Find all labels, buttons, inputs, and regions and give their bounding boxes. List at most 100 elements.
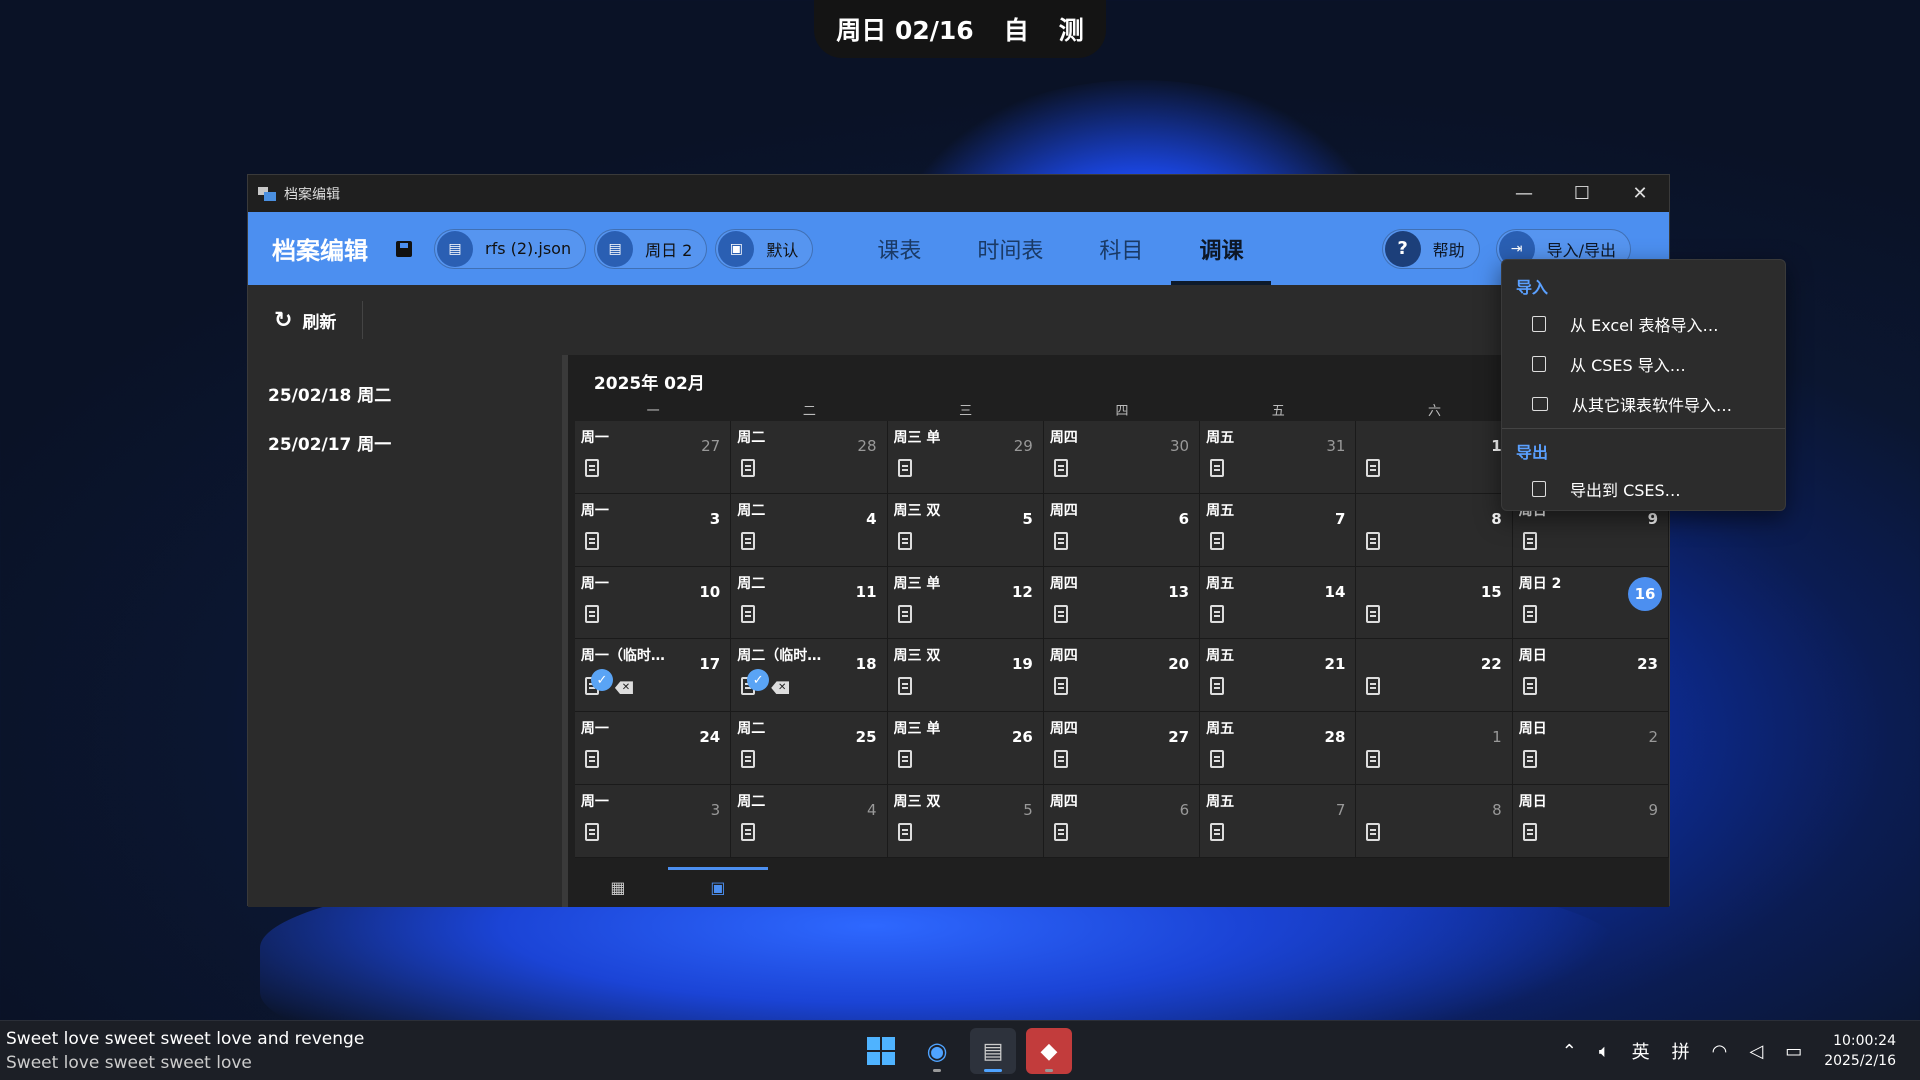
calendar-day-cell[interactable]: 周五 31 xyxy=(1200,421,1357,494)
tab-classplan[interactable]: 课表 xyxy=(849,212,949,285)
calendar-day-cell[interactable]: 22 xyxy=(1356,639,1513,713)
classplan-doc-icon[interactable] xyxy=(584,750,599,769)
calendar-day-cell[interactable]: 周二 28 xyxy=(731,421,888,494)
taskbar-app-profile-editor[interactable]: ▤ xyxy=(970,1028,1016,1074)
minimize-button[interactable]: — xyxy=(1495,175,1553,212)
calendar-day-cell[interactable]: 周一 24 xyxy=(574,712,732,785)
classplan-doc-icon[interactable] xyxy=(741,459,756,477)
calendar-day-cell[interactable]: 周四 30 xyxy=(1043,421,1201,494)
classplan-doc-icon[interactable] xyxy=(1522,604,1537,623)
classplan-doc-icon[interactable] xyxy=(1522,822,1537,841)
calendar-day-cell[interactable]: 周四 20 xyxy=(1043,639,1201,713)
classplan-doc-icon[interactable] xyxy=(741,750,756,769)
classplan-doc-icon[interactable] xyxy=(1053,822,1068,841)
calendar-day-cell[interactable]: 周三 单 29 xyxy=(887,421,1044,494)
calendar-day-cell[interactable]: 周三 双 5 xyxy=(887,493,1044,567)
import-cses-item[interactable]: 从 CSES 导入… xyxy=(1502,344,1785,384)
ime-language[interactable]: 英 xyxy=(1632,1038,1650,1064)
window-titlebar[interactable]: 档案编辑 — ☐ ✕ xyxy=(248,175,1669,212)
calendar-day-cell[interactable]: 8 xyxy=(1356,493,1513,567)
calendar-day-cell[interactable]: 周二（临时… 18 ✓ ✕ xyxy=(731,639,888,713)
list-item[interactable]: 25/02/17 周一 xyxy=(248,418,562,467)
calendar-day-cell[interactable]: 周一 3 xyxy=(574,493,732,567)
export-cses-item[interactable]: 导出到 CSES… xyxy=(1502,469,1785,509)
classplan-doc-icon[interactable] xyxy=(897,677,912,696)
classplan-doc-icon[interactable] xyxy=(584,459,599,477)
classplan-doc-icon[interactable] xyxy=(897,822,912,841)
classplan-doc-icon[interactable] xyxy=(1366,459,1381,477)
classplan-doc-icon[interactable] xyxy=(584,822,599,841)
delete-icon[interactable]: ✕ xyxy=(771,681,790,695)
wifi-icon[interactable]: ◠ xyxy=(1712,1041,1728,1062)
classplan-doc-icon[interactable] xyxy=(1053,677,1068,696)
calendar-day-cell[interactable]: 周五 28 xyxy=(1200,712,1357,785)
save-icon[interactable] xyxy=(396,240,412,257)
calendar-day-cell[interactable]: 15 xyxy=(1356,566,1513,640)
classplan-doc-icon[interactable] xyxy=(1522,677,1537,696)
classplan-doc-icon[interactable] xyxy=(1053,459,1068,477)
file-chip[interactable]: ▤ rfs (2).json xyxy=(434,228,587,269)
maximize-button[interactable]: ☐ xyxy=(1553,175,1611,212)
calendar-day-cell[interactable]: 周一 27 xyxy=(574,421,732,494)
calendar-day-cell[interactable]: 周日 2 16 xyxy=(1512,566,1669,640)
classplan-doc-icon[interactable] xyxy=(1210,459,1225,477)
help-button[interactable]: ? 帮助 xyxy=(1381,228,1480,269)
calendar-day-cell[interactable]: 周四 6 xyxy=(1043,784,1201,858)
media-widget[interactable]: Sweet love sweet sweet love and revenge … xyxy=(6,1029,364,1073)
calendar-day-cell[interactable]: 周二 4 xyxy=(731,493,888,567)
classplan-doc-icon[interactable] xyxy=(1522,750,1537,769)
classplan-doc-icon[interactable] xyxy=(897,459,912,477)
taskbar-app-qq[interactable]: ◆ xyxy=(1026,1028,1072,1074)
classplan-doc-icon[interactable] xyxy=(1053,604,1068,623)
calendar-day-cell[interactable]: 周三 单 26 xyxy=(887,712,1044,785)
classplan-doc-icon[interactable] xyxy=(1053,750,1068,769)
classplan-doc-icon[interactable] xyxy=(741,822,756,841)
classplan-doc-icon[interactable] xyxy=(897,750,912,769)
import-other-item[interactable]: 从其它课表软件导入… xyxy=(1502,384,1785,424)
calendar-day-cell[interactable]: 周五 7 xyxy=(1200,493,1357,567)
calendar-day-cell[interactable]: 周三 双 19 xyxy=(887,639,1044,713)
calendar-day-cell[interactable]: 8 xyxy=(1356,784,1513,858)
close-button[interactable]: ✕ xyxy=(1611,175,1669,212)
calendar-day-cell[interactable]: 周二 25 xyxy=(731,712,888,785)
classplan-doc-icon[interactable] xyxy=(1366,531,1381,550)
list-item[interactable]: 25/02/18 周二 xyxy=(248,369,562,418)
speaker-icon[interactable]: ◁ xyxy=(1749,1041,1763,1062)
refresh-button[interactable]: ↻ 刷新 xyxy=(274,301,364,339)
classplan-doc-icon[interactable] xyxy=(584,604,599,623)
timetable-chip[interactable]: ▣ 默认 xyxy=(715,228,814,269)
start-button[interactable] xyxy=(858,1028,904,1074)
tab-timetable[interactable]: 时间表 xyxy=(949,212,1071,285)
classplan-doc-icon[interactable] xyxy=(1366,604,1381,623)
classplan-doc-icon[interactable] xyxy=(741,604,756,623)
classplan-doc-icon[interactable] xyxy=(897,604,912,623)
calendar-view-icon[interactable]: ▣ xyxy=(667,867,768,907)
calendar-day-cell[interactable]: 周五 7 xyxy=(1200,784,1357,858)
calendar-day-cell[interactable]: 周四 13 xyxy=(1043,566,1201,640)
tab-subjects[interactable]: 科目 xyxy=(1071,212,1171,285)
calendar-day-cell[interactable]: 1 xyxy=(1356,421,1513,494)
calendar-day-cell[interactable]: 周三 单 12 xyxy=(887,566,1044,640)
calendar-day-cell[interactable]: 周五 14 xyxy=(1200,566,1357,640)
import-excel-item[interactable]: 从 Excel 表格导入… xyxy=(1502,304,1785,344)
calendar-day-cell[interactable]: 周一 3 xyxy=(574,784,732,858)
classplan-doc-icon[interactable] xyxy=(1210,677,1225,696)
calendar-day-cell[interactable]: 周日 2 xyxy=(1512,712,1669,785)
classplan-doc-icon[interactable] xyxy=(1522,531,1537,550)
system-clock[interactable]: 10:00:24 2025/2/16 xyxy=(1824,1031,1896,1071)
classplan-doc-icon[interactable] xyxy=(1366,677,1381,696)
volume-icon[interactable]: 🔈︎ xyxy=(1599,1041,1610,1062)
calendar-day-cell[interactable]: 周日 23 xyxy=(1512,639,1669,713)
calendar-day-cell[interactable]: 周三 双 5 xyxy=(887,784,1044,858)
battery-icon[interactable]: ▭ xyxy=(1785,1041,1802,1062)
classplan-doc-icon[interactable] xyxy=(1366,822,1381,841)
classplan-doc-icon[interactable] xyxy=(741,531,756,550)
classplan-doc-icon[interactable] xyxy=(1210,531,1225,550)
calendar-day-cell[interactable]: 周五 21 xyxy=(1200,639,1357,713)
ime-mode[interactable]: 拼 xyxy=(1672,1038,1690,1064)
chevron-up-icon[interactable]: ⌃ xyxy=(1562,1041,1577,1062)
classplan-doc-icon[interactable] xyxy=(1366,750,1381,769)
classplan-doc-icon[interactable] xyxy=(1210,822,1225,841)
classplan-doc-icon[interactable] xyxy=(1053,531,1068,550)
taskbar-app-classisland[interactable]: ◉ xyxy=(914,1028,960,1074)
